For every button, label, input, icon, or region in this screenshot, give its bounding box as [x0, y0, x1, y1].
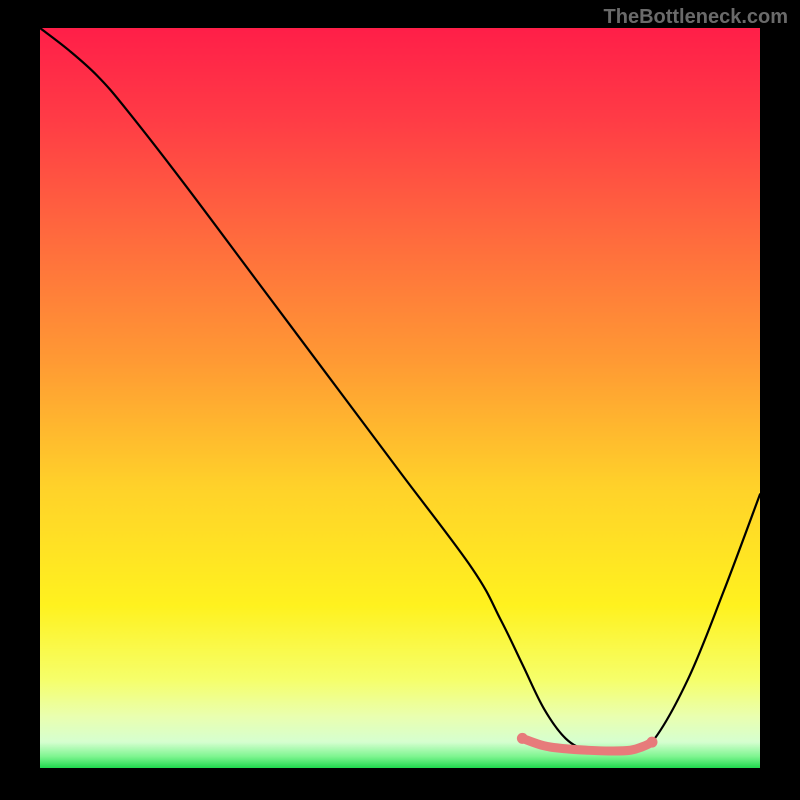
plot-area [40, 28, 760, 768]
watermark-text: TheBottleneck.com [604, 6, 788, 29]
highlight-segment [522, 738, 652, 751]
chart-root: TheBottleneck.com [0, 0, 800, 800]
highlight-end-dot [517, 733, 528, 744]
curve-layer [40, 28, 760, 768]
main-curve [40, 28, 760, 752]
highlight-end-dot [647, 737, 658, 748]
